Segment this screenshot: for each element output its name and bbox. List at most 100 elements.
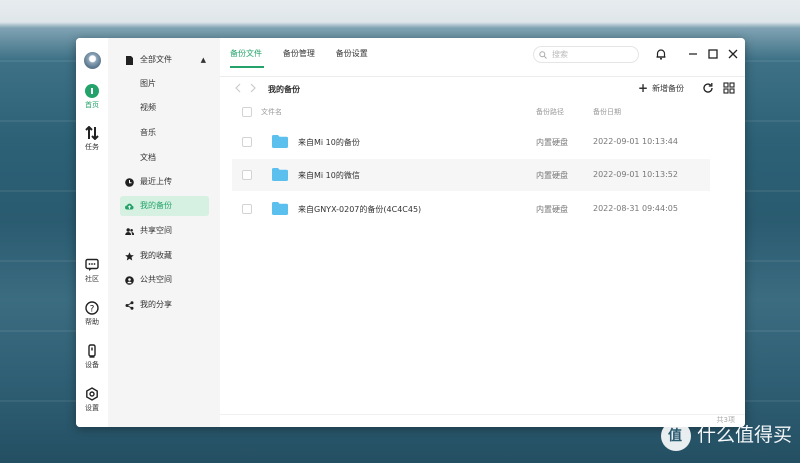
- sidebar-item-label: 我的收藏: [140, 251, 172, 260]
- rail-item-home[interactable]: 首页: [76, 84, 108, 110]
- forward-chevron-icon[interactable]: [248, 82, 258, 94]
- file-date: 2022-09-01 10:13:44: [593, 137, 678, 146]
- watermark-badge: 值: [660, 420, 691, 451]
- tab-backup-settings[interactable]: 备份设置: [336, 48, 368, 59]
- sidebar-subitem-images[interactable]: 图片: [140, 74, 156, 94]
- file-name: 来自Mi 10的备份: [298, 138, 360, 147]
- left-rail: 首页 任务 社区 ? 帮助 设备 设置: [76, 38, 108, 427]
- rail-item-device[interactable]: 设备: [76, 344, 108, 370]
- rail-label: 首页: [85, 101, 99, 109]
- new-backup-button[interactable]: + 新增备份: [638, 81, 684, 95]
- select-all-checkbox[interactable]: [242, 107, 252, 117]
- table-header: 文件名 备份路径 备份日期: [232, 104, 711, 120]
- minimize-icon[interactable]: [686, 47, 700, 61]
- rail-item-tasks[interactable]: 任务: [76, 126, 108, 152]
- footer-divider: [220, 414, 745, 415]
- sidebar-item-label: 共享空间: [140, 226, 172, 235]
- people-icon: [125, 228, 134, 235]
- svg-text:?: ?: [90, 305, 95, 315]
- search-icon: [539, 51, 547, 59]
- new-backup-label: 新增备份: [652, 84, 685, 93]
- sidebar-item-public-space[interactable]: 公共空间: [120, 270, 212, 290]
- file-date: 2022-09-01 10:13:52: [593, 170, 678, 179]
- sidebar-item-label: 文档: [140, 153, 156, 162]
- sidebar-item-label: 我的分享: [140, 300, 172, 309]
- file-location: 内置硬盘: [536, 171, 568, 180]
- rail-label: 设置: [85, 404, 99, 412]
- breadcrumb: 我的备份: [268, 85, 300, 94]
- clock-icon: [125, 178, 134, 187]
- help-icon: ?: [85, 301, 99, 315]
- sidebar-item-label: 全部文件: [140, 55, 172, 64]
- table-row[interactable]: 来自Mi 10的备份 内置硬盘 2022-09-01 10:13:44: [232, 126, 710, 158]
- search-box[interactable]: [533, 46, 639, 63]
- file-name: 来自Mi 10的微信: [298, 171, 360, 180]
- table-row[interactable]: 来自Mi 10的微信 内置硬盘 2022-09-01 10:13:52: [232, 159, 710, 191]
- row-checkbox[interactable]: [242, 204, 252, 214]
- cloud-upload-icon: [125, 203, 134, 210]
- sidebar-item-favorites[interactable]: 我的收藏: [120, 246, 212, 266]
- header-divider: [220, 76, 745, 77]
- row-checkbox[interactable]: [242, 170, 252, 180]
- file-location: 内置硬盘: [536, 138, 568, 147]
- plus-icon: +: [638, 81, 649, 95]
- sidebar-item-label: 最近上传: [140, 177, 172, 186]
- star-icon: [125, 252, 134, 261]
- file-name: 来自GNYX-0207的备份(4C4C45): [298, 205, 422, 214]
- rail-item-help[interactable]: ? 帮助: [76, 301, 108, 327]
- home-icon: [85, 84, 99, 98]
- row-checkbox[interactable]: [242, 137, 252, 147]
- sidebar-item-shared-space[interactable]: 共享空间: [120, 221, 212, 241]
- folder-icon: [272, 135, 288, 148]
- bell-icon[interactable]: [654, 47, 668, 61]
- table-row[interactable]: 来自GNYX-0207的备份(4C4C45) 内置硬盘 2022-08-31 0…: [232, 193, 710, 225]
- transfer-icon: [85, 126, 99, 140]
- device-icon: [88, 344, 96, 358]
- sidebar-item-label: 公共空间: [140, 275, 172, 284]
- rail-label: 社区: [85, 275, 99, 283]
- column-header-location[interactable]: 备份路径: [536, 104, 564, 120]
- close-icon[interactable]: [726, 47, 740, 61]
- sidebar-subitem-videos[interactable]: 视频: [140, 98, 156, 118]
- app-window: 首页 任务 社区 ? 帮助 设备 设置 全部文件 ▲ 图片 视频 音乐 文档 最…: [76, 38, 745, 427]
- sidebar-item-label: 我的备份: [140, 201, 172, 210]
- collapse-caret-icon[interactable]: ▲: [201, 50, 206, 70]
- file-location: 内置硬盘: [536, 205, 568, 214]
- tab-backup-files[interactable]: 备份文件: [230, 48, 262, 59]
- community-icon: [85, 258, 99, 271]
- watermark-text: 什么值得买: [696, 424, 792, 446]
- share-icon: [125, 301, 134, 310]
- rail-item-community[interactable]: 社区: [76, 258, 108, 284]
- watermark-logo: 值什么值得买: [660, 417, 792, 453]
- back-chevron-icon[interactable]: [233, 82, 243, 94]
- rail-item-settings[interactable]: 设置: [76, 387, 108, 413]
- folder-icon: [272, 202, 288, 215]
- active-tab-indicator: [230, 66, 264, 68]
- settings-icon: [86, 387, 98, 401]
- sidebar-subitem-documents[interactable]: 文档: [140, 148, 156, 168]
- sidebar-item-label: 音乐: [140, 128, 156, 137]
- search-input[interactable]: [550, 49, 638, 60]
- folder-icon: [272, 168, 288, 181]
- sidebar-item-recent[interactable]: 最近上传: [120, 172, 212, 192]
- sidebar-subitem-music[interactable]: 音乐: [140, 123, 156, 143]
- file-date: 2022-08-31 09:44:05: [593, 204, 678, 213]
- rail-label: 设备: [85, 361, 99, 369]
- tab-backup-management[interactable]: 备份管理: [283, 48, 315, 59]
- sidebar-item-my-backup[interactable]: 我的备份: [120, 196, 209, 216]
- main-panel: 备份文件 备份管理 备份设置 我的备份 +新增备份 文件名 备份路径 备份日期: [220, 38, 745, 427]
- rail-label: 帮助: [85, 318, 99, 326]
- refresh-icon[interactable]: [702, 82, 714, 94]
- column-header-date[interactable]: 备份日期: [593, 104, 621, 120]
- tab-bar: 备份文件 备份管理 备份设置: [230, 48, 386, 68]
- sidebar-item-label: 图片: [140, 79, 156, 88]
- column-header-name[interactable]: 文件名: [261, 104, 282, 120]
- document-icon: [126, 56, 133, 65]
- public-icon: [125, 276, 134, 285]
- grid-view-icon[interactable]: [723, 82, 735, 94]
- sidebar-item-all-files[interactable]: 全部文件 ▲: [120, 50, 212, 70]
- sidebar-item-my-share[interactable]: 我的分享: [120, 295, 212, 315]
- watermark-badge-text: 值: [667, 427, 682, 444]
- avatar[interactable]: [84, 52, 101, 69]
- maximize-icon[interactable]: [706, 47, 720, 61]
